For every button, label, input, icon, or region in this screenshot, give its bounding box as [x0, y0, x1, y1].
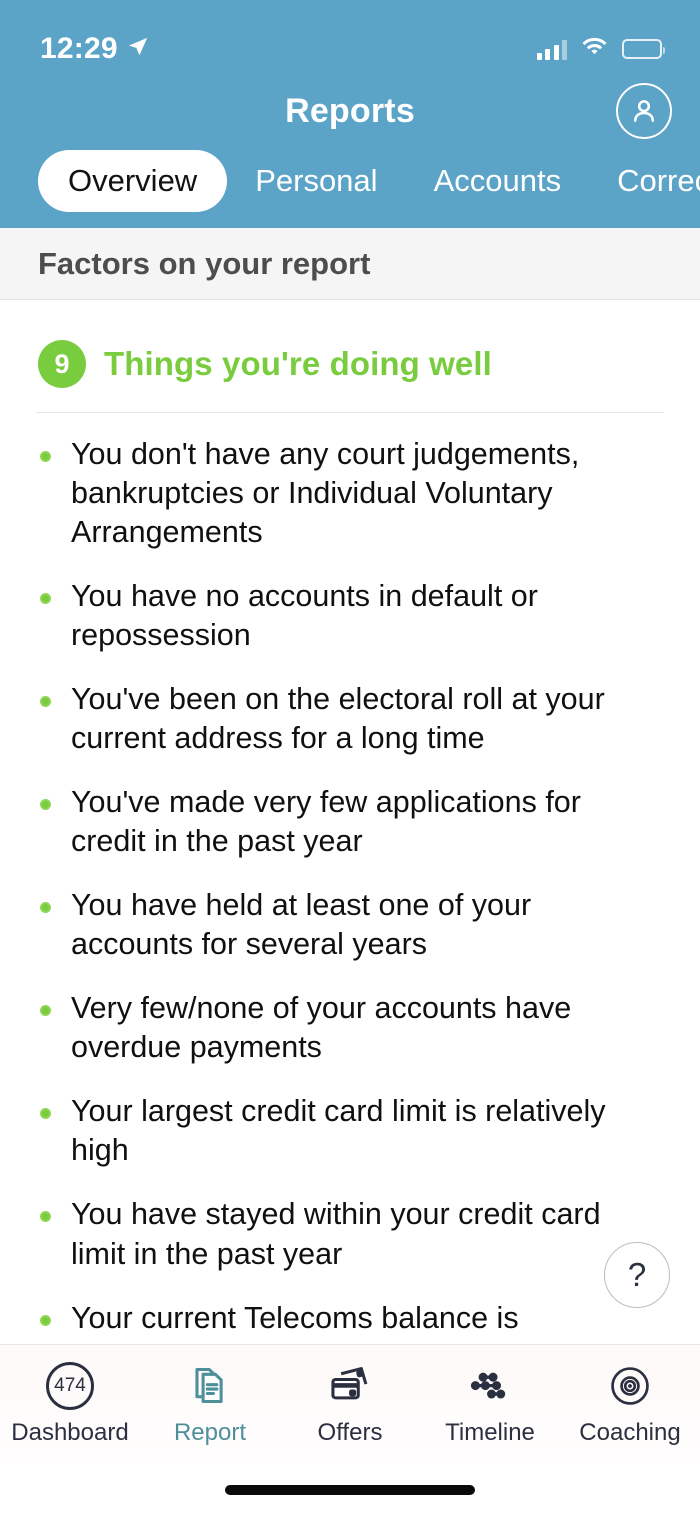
list-item[interactable]: Very few/none of your accounts have over… — [40, 989, 666, 1067]
nav-label-offers: Offers — [317, 1419, 383, 1446]
tab-corrections[interactable]: Corrections — [589, 150, 700, 212]
factor-text: You have stayed within your credit card … — [71, 1197, 601, 1271]
list-item[interactable]: Your largest credit card limit is relati… — [40, 1092, 666, 1170]
cellular-signal-icon — [536, 39, 567, 60]
factor-text: You don't have any court judgements, ban… — [71, 437, 580, 550]
bullet-dot-icon — [40, 902, 51, 914]
factor-text: Your current Telecoms balance is relativ… — [71, 1300, 519, 1344]
credit-score-ring-icon: 474 — [46, 1362, 94, 1410]
factors-content: 9 Things you're doing well You don't hav… — [0, 300, 700, 1344]
nav-item-coaching[interactable]: Coaching — [560, 1362, 700, 1447]
factor-text: Very few/none of your accounts have over… — [71, 991, 572, 1065]
status-bar-right — [536, 37, 665, 62]
documents-icon — [187, 1362, 233, 1410]
status-bar-left: 12:29 — [40, 32, 149, 66]
nav-item-offers[interactable]: Offers — [280, 1362, 420, 1447]
positive-factors-title: Things you're doing well — [104, 345, 492, 382]
list-item[interactable]: Your current Telecoms balance is relativ… — [40, 1299, 666, 1344]
location-arrow-icon — [127, 36, 149, 63]
target-bullseye-icon — [607, 1362, 653, 1410]
factor-text: You have no accounts in default or repos… — [71, 579, 538, 653]
bullet-dot-icon — [40, 696, 51, 708]
app-header: 12:29 Reports Overview Personal Accounts… — [0, 0, 700, 228]
nav-item-timeline[interactable]: Timeline — [420, 1362, 560, 1447]
section-header-bar: Factors on your report — [0, 228, 700, 300]
list-item[interactable]: You've been on the electoral roll at you… — [40, 680, 666, 758]
nav-item-dashboard[interactable]: 474 Dashboard — [0, 1362, 140, 1447]
list-item[interactable]: You have held at least one of your accou… — [40, 886, 666, 964]
bullet-dot-icon — [40, 1005, 51, 1017]
positive-factors-heading: 9 Things you're doing well — [34, 300, 666, 412]
tab-personal[interactable]: Personal — [227, 150, 405, 212]
timeline-sliders-icon — [467, 1362, 513, 1410]
profile-avatar-icon[interactable] — [616, 83, 672, 139]
factor-text: You've made very few applications for cr… — [71, 785, 581, 859]
nav-label-dashboard: Dashboard — [11, 1419, 129, 1446]
nav-label-coaching: Coaching — [579, 1419, 681, 1446]
bullet-dot-icon — [40, 1314, 51, 1326]
bullet-dot-icon — [40, 799, 51, 811]
credit-cards-icon — [327, 1362, 373, 1410]
help-button[interactable]: ? — [604, 1242, 670, 1308]
status-bar: 12:29 — [0, 26, 700, 72]
factors-list: You don't have any court judgements, ban… — [34, 413, 666, 1344]
factor-count-badge: 9 — [38, 340, 86, 388]
bullet-dot-icon — [40, 593, 51, 605]
tab-accounts[interactable]: Accounts — [406, 150, 590, 212]
home-indicator[interactable] — [225, 1485, 475, 1495]
factor-text: You've been on the electoral roll at you… — [71, 682, 605, 756]
nav-item-report[interactable]: Report — [140, 1362, 280, 1447]
list-item[interactable]: You don't have any court judgements, ban… — [40, 435, 666, 552]
list-item[interactable]: You've made very few applications for cr… — [40, 783, 666, 861]
page-title: Reports — [285, 91, 415, 130]
bullet-dot-icon — [40, 451, 51, 462]
bullet-dot-icon — [40, 1108, 51, 1120]
tab-overview[interactable]: Overview — [38, 150, 228, 212]
factor-text: Your largest credit card limit is relati… — [71, 1094, 606, 1168]
section-header-title: Factors on your report — [38, 245, 371, 281]
list-item[interactable]: You have no accounts in default or repos… — [40, 577, 666, 655]
bullet-dot-icon — [40, 1211, 51, 1223]
nav-label-timeline: Timeline — [445, 1419, 535, 1446]
title-row: Reports — [0, 72, 700, 150]
app-screen: 12:29 Reports Overview Personal Accounts… — [0, 0, 700, 1516]
factor-text: You have held at least one of your accou… — [71, 888, 532, 962]
credit-score-value: 474 — [46, 1362, 94, 1410]
wifi-icon — [581, 37, 608, 62]
status-time: 12:29 — [40, 32, 118, 65]
bottom-navigation: 474 Dashboard Report Offers Timeline Coa… — [0, 1344, 700, 1464]
nav-label-report: Report — [173, 1419, 247, 1446]
battery-icon — [622, 39, 665, 59]
list-item[interactable]: You have stayed within your credit card … — [40, 1195, 666, 1273]
report-tabs[interactable]: Overview Personal Accounts Corrections — [0, 150, 700, 228]
home-indicator-area — [0, 1464, 700, 1516]
